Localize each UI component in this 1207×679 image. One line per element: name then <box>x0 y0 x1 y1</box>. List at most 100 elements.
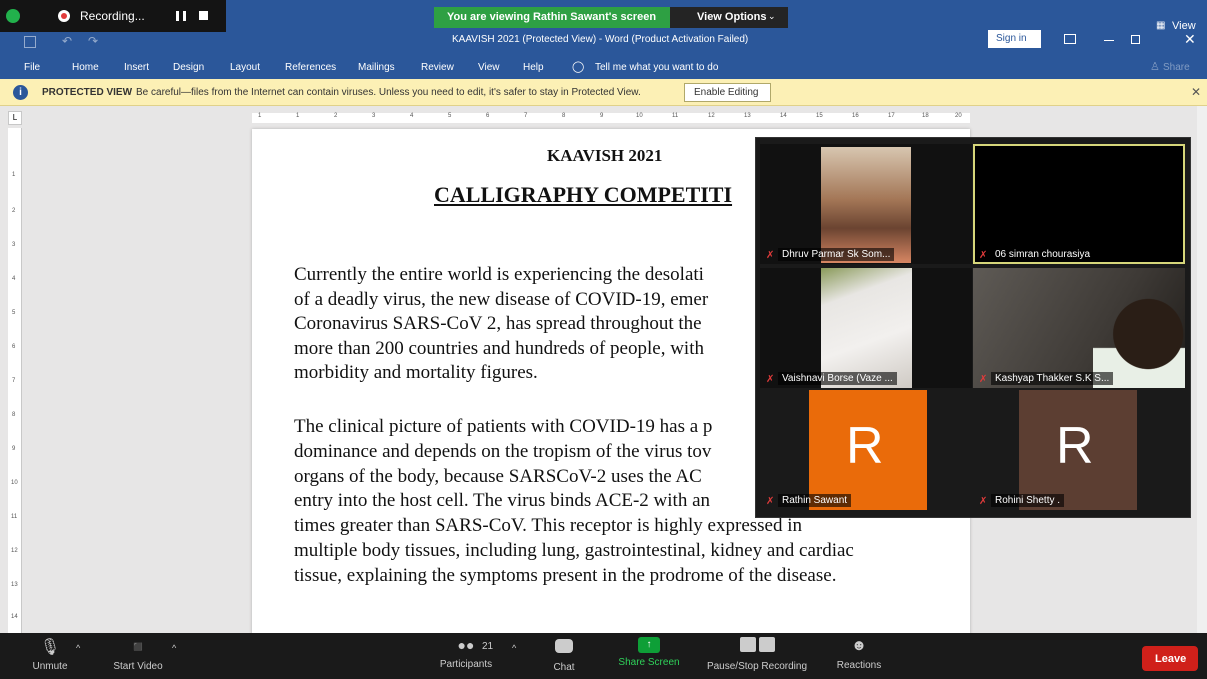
undo-icon[interactable]: ↶ <box>62 34 72 48</box>
pause-recording-icon[interactable] <box>176 11 186 21</box>
protected-view-bar: i PROTECTED VIEW Be careful—files from t… <box>0 79 1207 106</box>
participant-tile[interactable]: ✗ Vaishnavi Borse (Vaze ... <box>760 268 972 388</box>
pause-stop-recording-button[interactable]: Pause/Stop Recording <box>698 637 816 672</box>
ruler-mark: 7 <box>524 113 528 119</box>
vruler-mark: 10 <box>11 480 18 486</box>
doc-line: Coronavirus SARS-CoV 2, has spread throu… <box>294 313 702 334</box>
zoom-toolbar: 🎙 Unmute ^ ◾ Start Video ^ ●● Participan… <box>0 633 1207 679</box>
tab-view[interactable]: View <box>478 62 500 73</box>
lightbulb-icon: ◯ <box>572 61 585 73</box>
doc-line: morbidity and mortality figures. <box>294 362 538 383</box>
avatar-initial: R <box>846 417 884 475</box>
doc-subheading: CALLIGRAPHY COMPETITI <box>434 182 733 207</box>
muted-microphone-icon: 🎙 <box>39 639 61 656</box>
screen: Recording... You are viewing Rathin Sawa… <box>0 0 1207 679</box>
view-options-label: View Options <box>697 11 767 23</box>
muted-mic-icon: ✗ <box>766 250 775 261</box>
tab-design[interactable]: Design <box>173 62 204 73</box>
ruler-mark: 16 <box>852 113 859 119</box>
restore-icon[interactable] <box>1131 35 1140 44</box>
doc-heading: KAAVISH 2021 <box>547 146 663 165</box>
chevron-up-icon[interactable]: ^ <box>76 643 80 653</box>
tab-file[interactable]: File <box>24 62 40 73</box>
tab-review[interactable]: Review <box>421 62 454 73</box>
vruler-mark: 5 <box>12 310 16 316</box>
ruler-mark: 14 <box>780 113 787 119</box>
vruler-mark: 3 <box>12 242 16 248</box>
ruler-mark: 11 <box>672 113 679 119</box>
chevron-up-icon[interactable]: ^ <box>172 643 176 653</box>
start-video-button[interactable]: ◾ Start Video <box>102 637 174 672</box>
close-window-icon[interactable]: ✕ <box>1184 31 1196 48</box>
chevron-up-icon[interactable]: ^ <box>512 643 516 653</box>
sign-in-label: Sign in <box>996 33 1027 44</box>
tab-references[interactable]: References <box>285 62 336 73</box>
vertical-scrollbar[interactable] <box>1197 106 1207 633</box>
tab-selector[interactable]: L <box>8 111 22 125</box>
protected-view-message: Be careful—files from the Internet can c… <box>136 87 641 98</box>
participants-label: Participants <box>439 659 493 670</box>
tab-mailings[interactable]: Mailings <box>358 62 395 73</box>
reactions-icon: ☻ <box>851 637 867 654</box>
participant-tile[interactable]: ✗ Kashyap Thakker S.K S... <box>973 268 1185 388</box>
share-icon[interactable]: ♙ <box>1150 60 1160 73</box>
ribbon-display-icon[interactable] <box>1064 34 1076 44</box>
ruler-mark: 5 <box>448 113 452 119</box>
ruler-mark: 9 <box>600 113 604 119</box>
participant-name: Kashyap Thakker S.K S... <box>991 372 1114 385</box>
share-label[interactable]: Share <box>1163 62 1190 73</box>
vertical-ruler[interactable]: 1 2 3 4 5 6 7 8 9 10 11 12 13 14 <box>8 128 22 633</box>
stop-icon <box>758 637 775 652</box>
ruler-mark: 18 <box>922 113 929 119</box>
tab-help[interactable]: Help <box>523 62 544 73</box>
participant-tile-active-speaker[interactable]: ✗ 06 simran chourasiya <box>973 144 1185 264</box>
vruler-mark: 12 <box>11 548 18 554</box>
unmute-button[interactable]: 🎙 Unmute <box>22 637 78 672</box>
ruler-mark: 8 <box>562 113 566 119</box>
muted-mic-icon: ✗ <box>979 250 988 261</box>
enable-editing-label: Enable Editing <box>694 87 759 98</box>
info-icon: i <box>13 85 28 100</box>
doc-line: multiple body tissues, including lung, g… <box>294 539 854 561</box>
muted-mic-icon: ✗ <box>979 496 988 507</box>
reactions-button[interactable]: ☻ Reactions <box>830 637 888 671</box>
participant-tile[interactable]: R ✗ Rohini Shetty . <box>973 390 1185 510</box>
participant-name: Vaishnavi Borse (Vaze ... <box>778 372 897 385</box>
close-bar-icon[interactable]: ✕ <box>1191 85 1201 99</box>
doc-paragraph-1: Currently the entire world is experienci… <box>294 263 708 386</box>
tab-home[interactable]: Home <box>72 62 99 73</box>
tab-insert[interactable]: Insert <box>124 62 149 73</box>
chat-button[interactable]: Chat <box>544 637 584 673</box>
vruler-mark: 4 <box>12 276 16 282</box>
redo-icon[interactable]: ↷ <box>88 34 98 48</box>
minimize-icon[interactable] <box>1104 40 1114 41</box>
avatar-initial: R <box>1056 417 1094 475</box>
tell-me-search[interactable]: Tell me what you want to do <box>595 62 718 73</box>
recording-dot-icon <box>58 10 70 22</box>
participant-tile[interactable]: R ✗ Rathin Sawant <box>760 390 972 510</box>
shield-icon[interactable] <box>6 9 20 23</box>
ruler-mark: 10 <box>636 113 643 119</box>
view-layout-icon[interactable]: ▦ <box>1156 20 1165 31</box>
vruler-mark: 6 <box>12 344 16 350</box>
pause-icon <box>739 637 756 652</box>
participant-tile[interactable]: ✗ Dhruv Parmar Sk Som... <box>760 144 972 264</box>
stop-recording-icon[interactable] <box>199 11 208 20</box>
horizontal-ruler[interactable] <box>252 113 970 123</box>
tab-layout[interactable]: Layout <box>230 62 260 73</box>
ribbon-tabs: File Home Insert Design Layout Reference… <box>0 56 1207 79</box>
ruler-mark: 2 <box>334 113 338 119</box>
doc-line: Currently the entire world is experienci… <box>294 264 704 285</box>
participant-video <box>821 147 911 263</box>
ruler-mark: 15 <box>816 113 823 119</box>
share-screen-button[interactable]: ↑ Share Screen <box>611 637 687 668</box>
ruler-mark: 12 <box>708 113 715 119</box>
chat-label: Chat <box>553 662 575 673</box>
word-title-bar: Recording... You are viewing Rathin Sawa… <box>0 0 1207 56</box>
participant-gallery[interactable]: ✗ Dhruv Parmar Sk Som... ✗ 06 simran cho… <box>755 137 1191 518</box>
vruler-mark: 8 <box>12 412 16 418</box>
save-icon[interactable] <box>24 36 36 48</box>
ruler-mark: 3 <box>372 113 376 119</box>
zoom-recording-bar: Recording... <box>0 0 226 32</box>
doc-line: of a deadly virus, the new disease of CO… <box>294 288 709 310</box>
